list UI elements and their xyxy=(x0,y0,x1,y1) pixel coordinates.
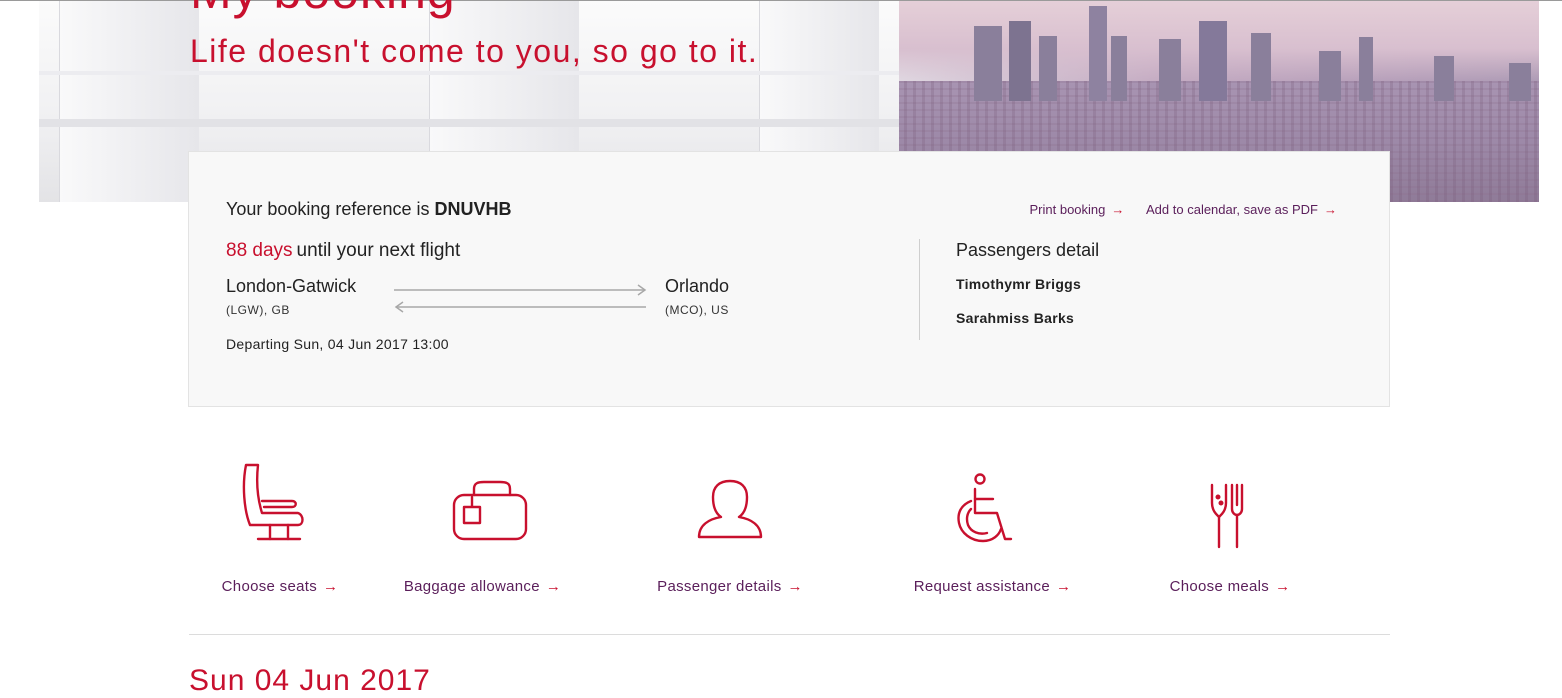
hero-skyscraper xyxy=(1359,37,1373,101)
origin-code: (LGW), GB xyxy=(226,303,290,317)
hero-skyscraper xyxy=(1509,63,1531,101)
passenger-details-link[interactable]: Passenger details → xyxy=(645,578,815,595)
arrow-right-icon: → xyxy=(1111,202,1125,217)
passenger-details-label: Passenger details xyxy=(657,578,782,595)
itinerary-date-heading: Sun 04 Jun 2017 xyxy=(189,664,431,697)
wheelchair-icon xyxy=(957,473,1013,543)
arrow-right-icon: → xyxy=(1056,578,1072,595)
hero-skyscraper xyxy=(1319,51,1341,101)
arrow-right-icon: → xyxy=(1324,202,1337,217)
choose-meals-link[interactable]: Choose meals → xyxy=(1155,578,1305,595)
passengers-heading: Passengers detail xyxy=(956,240,1100,260)
countdown-text: until your next flight xyxy=(296,240,461,261)
round-trip-arrows-icon xyxy=(394,284,647,313)
hero-skyscraper xyxy=(1159,39,1181,101)
print-booking-link[interactable]: Print booking → xyxy=(1030,202,1125,217)
booking-reference: Your booking reference is DNUVHB xyxy=(226,199,512,220)
baggage-allowance-label: Baggage allowance xyxy=(403,578,540,595)
request-assistance-link[interactable]: Request assistance → xyxy=(905,578,1080,595)
departure-datetime: Departing Sun, 04 Jun 2017 13:00 xyxy=(226,336,449,352)
hero-skyscraper xyxy=(1434,56,1454,101)
booking-reference-label: Your booking reference is xyxy=(226,199,430,219)
add-to-calendar-label: Add to calendar, save as PDF xyxy=(1146,202,1318,217)
destination-city: Orlando xyxy=(665,276,730,296)
hero-pillar xyxy=(59,1,199,202)
hero-skyscraper xyxy=(1199,21,1227,101)
countdown: 88 days until your next flight xyxy=(226,240,460,262)
request-assistance-label: Request assistance xyxy=(913,578,1050,595)
arrow-right-icon: → xyxy=(323,578,339,595)
choose-meals-label: Choose meals xyxy=(1169,578,1270,595)
passenger-details-action[interactable]: Passenger details → xyxy=(645,455,815,605)
baggage-allowance-link[interactable]: Baggage allowance → xyxy=(400,578,565,595)
hero-skyscraper xyxy=(1111,36,1127,101)
arrow-right-icon: → xyxy=(787,578,803,595)
hero-ledge xyxy=(39,119,899,127)
baggage-allowance-action[interactable]: Baggage allowance → xyxy=(400,455,565,605)
card-divider xyxy=(919,239,920,340)
choose-seats-link[interactable]: Choose seats → xyxy=(200,578,360,595)
section-divider xyxy=(189,634,1390,635)
booking-actions: Print booking → Add to calendar, save as … xyxy=(1012,202,1338,217)
add-to-calendar-link[interactable]: Add to calendar, save as PDF → xyxy=(1146,202,1337,217)
hero-skyscraper xyxy=(1039,36,1057,101)
countdown-days: 88 days xyxy=(226,240,293,261)
page-subtitle: Life doesn't come to you, so go to it. xyxy=(190,33,759,69)
booking-reference-code: DNUVHB xyxy=(434,199,512,219)
page-title: My booking xyxy=(190,0,456,20)
hero-skyscraper xyxy=(1089,6,1107,101)
booking-summary-card: Your booking reference is DNUVHB Print b… xyxy=(188,151,1390,407)
hero-skyscraper xyxy=(974,26,1002,101)
print-booking-label: Print booking xyxy=(1029,202,1106,217)
arrow-right-icon: → xyxy=(1275,578,1291,595)
passenger-name: Timothymr Briggs xyxy=(956,276,1082,292)
hero-skyscraper xyxy=(1251,33,1271,101)
seat-icon xyxy=(242,463,304,541)
origin-city: London-Gatwick xyxy=(226,276,357,296)
choose-seats-action[interactable]: Choose seats → xyxy=(200,455,360,605)
choose-seats-label: Choose seats xyxy=(221,578,317,595)
arrow-right-icon: → xyxy=(545,578,562,595)
hero-ledge xyxy=(39,71,899,75)
destination-code: (MCO), US xyxy=(665,303,729,317)
passenger-name: Sarahmiss Barks xyxy=(956,310,1075,326)
hero-skyscraper xyxy=(1009,21,1031,101)
meal-icon xyxy=(1210,483,1244,549)
request-assistance-action[interactable]: Request assistance → xyxy=(905,455,1080,605)
choose-meals-action[interactable]: Choose meals → xyxy=(1155,455,1305,605)
person-icon xyxy=(697,479,763,539)
baggage-icon xyxy=(452,480,528,541)
